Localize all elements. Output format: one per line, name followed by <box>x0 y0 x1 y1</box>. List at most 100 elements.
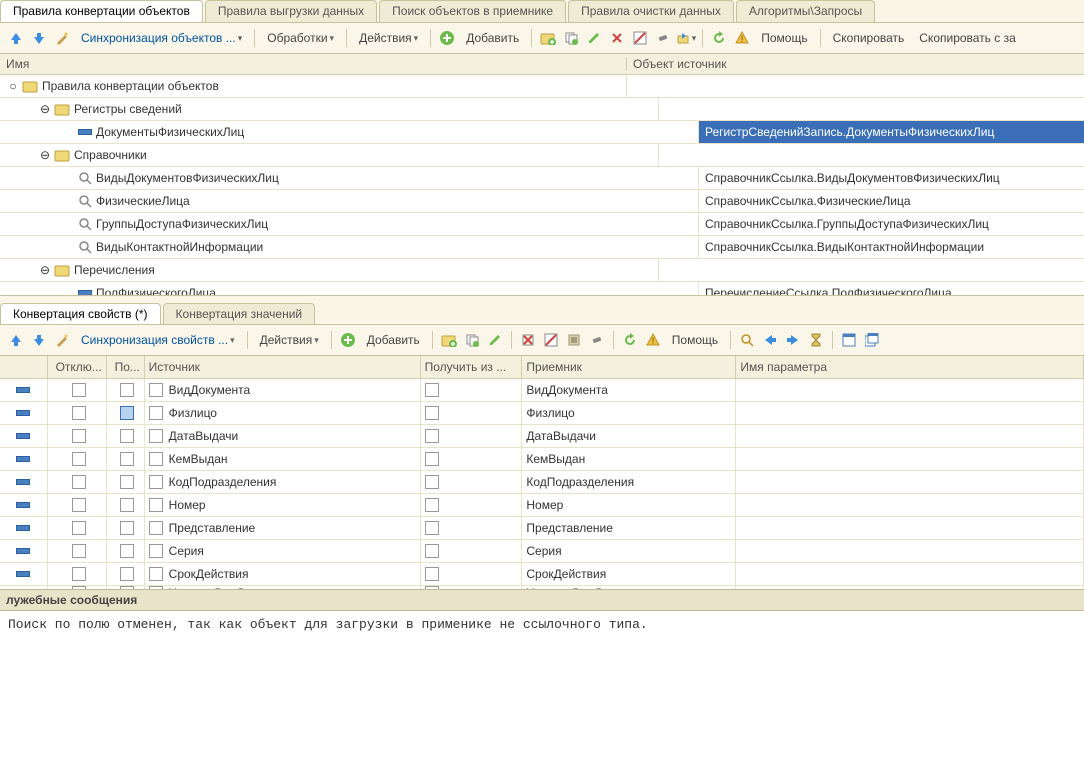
dest-cell[interactable]: СрокДействия <box>522 563 736 585</box>
grid-header-search[interactable]: По... <box>107 356 145 378</box>
arrow-right-icon[interactable] <box>783 330 803 350</box>
source-cell[interactable]: КодПодразделения <box>145 471 421 493</box>
grid-row[interactable]: Номер Номер <box>0 494 1084 517</box>
tree-header-source[interactable]: Объект источник <box>627 57 1084 71</box>
source-cell[interactable]: Серия <box>145 540 421 562</box>
copy-button[interactable]: Скопировать <box>827 29 911 47</box>
param-cell[interactable] <box>736 425 1084 447</box>
tab-value-conversion[interactable]: Конвертация значений <box>163 303 316 324</box>
getfrom-checkbox[interactable] <box>421 379 523 401</box>
refresh-icon[interactable] <box>709 28 729 48</box>
param-cell[interactable] <box>736 379 1084 401</box>
arrow-left-icon[interactable] <box>760 330 780 350</box>
copy-icon[interactable] <box>462 330 482 350</box>
search-checkbox[interactable] <box>107 494 145 516</box>
arrow-up-icon[interactable] <box>6 330 26 350</box>
collapse-icon[interactable]: ⊖ <box>38 263 52 277</box>
disable-checkbox[interactable] <box>48 379 107 401</box>
actions-dropdown[interactable]: Действия <box>254 331 325 349</box>
dest-cell[interactable]: УдалитьВидДокумента <box>522 586 736 589</box>
dest-cell[interactable]: Номер <box>522 494 736 516</box>
dest-cell[interactable]: ДатаВыдачи <box>522 425 736 447</box>
add-icon[interactable] <box>437 28 457 48</box>
grid-row[interactable]: УдалитьВидДокументаУдалитьВидДокумента <box>0 586 1084 589</box>
disable-checkbox[interactable] <box>48 448 107 470</box>
getfrom-checkbox[interactable] <box>421 471 523 493</box>
sync-properties-button[interactable]: Синхронизация свойств ... <box>75 331 241 349</box>
source-cell[interactable]: ДатаВыдачи <box>145 425 421 447</box>
source-cell[interactable]: ВидДокумента <box>145 379 421 401</box>
tree-row-group[interactable]: ⊖Регистры сведений <box>0 98 1084 121</box>
dest-cell[interactable]: КодПодразделения <box>522 471 736 493</box>
getfrom-checkbox[interactable] <box>421 540 523 562</box>
search-checkbox[interactable] <box>107 471 145 493</box>
dest-cell[interactable]: Физлицо <box>522 402 736 424</box>
grid-header-marker[interactable] <box>0 356 48 378</box>
grid-header-getfrom[interactable]: Получить из ... <box>421 356 523 378</box>
disable-icon[interactable] <box>630 28 650 48</box>
grid-row[interactable]: СрокДействия СрокДействия <box>0 563 1084 586</box>
edit-icon[interactable] <box>485 330 505 350</box>
windows-icon[interactable] <box>862 330 882 350</box>
param-cell[interactable] <box>736 402 1084 424</box>
sync-objects-button[interactable]: Синхронизация объектов ... <box>75 29 248 47</box>
processing-dropdown[interactable]: Обработки <box>261 29 340 47</box>
search-checkbox[interactable] <box>107 402 145 424</box>
getfrom-checkbox[interactable] <box>421 402 523 424</box>
tree-row-item[interactable]: ГруппыДоступаФизическихЛиц СправочникСсы… <box>0 213 1084 236</box>
disable-checkbox[interactable] <box>48 471 107 493</box>
help-button[interactable]: Помощь <box>666 331 724 349</box>
telescope-icon[interactable] <box>653 28 673 48</box>
tree-row-item[interactable]: ФизическиеЛица СправочникСсылка.Физическ… <box>0 190 1084 213</box>
move-icon[interactable] <box>676 28 696 48</box>
param-cell[interactable] <box>736 517 1084 539</box>
grid-header-disable[interactable]: Отклю... <box>48 356 107 378</box>
grid-header-param[interactable]: Имя параметра <box>736 356 1084 378</box>
getfrom-checkbox[interactable] <box>421 494 523 516</box>
source-cell[interactable]: Представление <box>145 517 421 539</box>
tree-row-item[interactable]: ДокументыФизическихЛиц РегистрСведенийЗа… <box>0 121 1084 144</box>
wand-icon[interactable] <box>52 330 72 350</box>
search-checkbox[interactable] <box>107 540 145 562</box>
delete-icon[interactable] <box>518 330 538 350</box>
source-cell[interactable]: Физлицо <box>145 402 421 424</box>
disable-icon[interactable] <box>541 330 561 350</box>
disable-checkbox[interactable] <box>48 402 107 424</box>
search-checkbox[interactable] <box>107 448 145 470</box>
tree-row-root[interactable]: ○Правила конвертации объектов <box>0 75 1084 98</box>
getfrom-checkbox[interactable] <box>421 517 523 539</box>
add-button[interactable]: Добавить <box>361 331 426 349</box>
disable-checkbox[interactable] <box>48 563 107 585</box>
source-cell[interactable]: СрокДействия <box>145 563 421 585</box>
grid-header-source[interactable]: Источник <box>145 356 421 378</box>
getfrom-checkbox[interactable] <box>421 425 523 447</box>
search-checkbox[interactable] <box>107 563 145 585</box>
search-checkbox[interactable] <box>107 517 145 539</box>
tab-conversion-rules[interactable]: Правила конвертации объектов <box>0 0 203 22</box>
dest-cell[interactable]: Серия <box>522 540 736 562</box>
refresh-icon[interactable] <box>620 330 640 350</box>
tab-algorithms[interactable]: Алгоритмы\Запросы <box>736 0 875 22</box>
arrow-down-icon[interactable] <box>29 330 49 350</box>
search-checkbox[interactable] <box>107 425 145 447</box>
getfrom-checkbox[interactable] <box>421 586 523 589</box>
collapse-icon[interactable]: ⊖ <box>38 148 52 162</box>
tab-object-search[interactable]: Поиск объектов в приемнике <box>379 0 566 22</box>
disable-checkbox[interactable] <box>48 517 107 539</box>
grid-row[interactable]: ПредставлениеПредставление <box>0 517 1084 540</box>
expand-icon[interactable]: ○ <box>6 79 20 93</box>
dest-cell[interactable]: ВидДокумента <box>522 379 736 401</box>
source-cell[interactable]: КемВыдан <box>145 448 421 470</box>
tree-row-group[interactable]: ⊖Справочники <box>0 144 1084 167</box>
tree-row-group[interactable]: ⊖Перечисления <box>0 259 1084 282</box>
tab-cleanup-rules[interactable]: Правила очистки данных <box>568 0 734 22</box>
source-cell[interactable]: Номер <box>145 494 421 516</box>
search-checkbox[interactable] <box>107 586 145 589</box>
new-folder-icon[interactable] <box>538 28 558 48</box>
param-cell[interactable] <box>736 448 1084 470</box>
tree-row-item[interactable]: ВидыКонтактнойИнформации СправочникСсылк… <box>0 236 1084 259</box>
param-cell[interactable] <box>736 586 1084 589</box>
window-icon[interactable] <box>839 330 859 350</box>
tab-property-conversion[interactable]: Конвертация свойств (*) <box>0 303 161 324</box>
grid-row[interactable]: ДатаВыдачи ДатаВыдачи <box>0 425 1084 448</box>
